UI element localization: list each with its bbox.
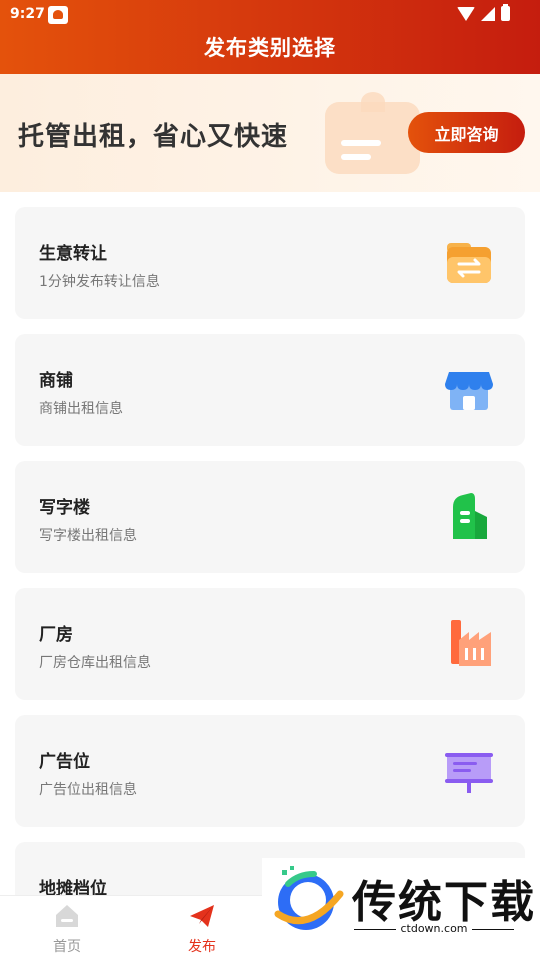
category-name: 厂房	[39, 625, 73, 645]
chat-bubble-icon	[325, 92, 420, 182]
consult-banner[interactable]: 托管出租，省心又快速 立即咨询	[0, 74, 540, 192]
watermark: 传统下载 ctdown.com	[262, 858, 540, 938]
category-card-factory[interactable]: 厂房 厂房仓库出租信息	[15, 588, 525, 700]
category-name: 生意转让	[39, 244, 107, 264]
watermark-text: 传统下载	[352, 877, 536, 928]
factory-icon	[451, 620, 491, 666]
battery-icon	[501, 4, 510, 21]
category-card-billboard[interactable]: 广告位 广告位出租信息	[15, 715, 525, 827]
status-time: 9:27	[10, 6, 45, 22]
category-name: 商铺	[39, 371, 73, 391]
category-desc: 厂房仓库出租信息	[39, 655, 151, 671]
transfer-folder-icon	[447, 243, 491, 283]
notification-app-icon	[48, 6, 68, 24]
status-bar: 9:27	[0, 0, 540, 30]
watermark-logo	[274, 866, 344, 930]
tab-home[interactable]: 首页	[17, 896, 117, 960]
consult-button[interactable]: 立即咨询	[408, 112, 525, 153]
tab-publish-label: 发布	[188, 939, 216, 955]
category-desc: 商铺出租信息	[39, 401, 123, 417]
tab-publish[interactable]: 发布	[152, 896, 252, 960]
category-desc: 写字楼出租信息	[39, 528, 137, 544]
page-title: 发布类别选择	[204, 36, 336, 60]
category-card-business-transfer[interactable]: 生意转让 1分钟发布转让信息	[15, 207, 525, 319]
watermark-url: ctdown.com	[354, 922, 514, 935]
category-card-shop[interactable]: 商铺 商铺出租信息	[15, 334, 525, 446]
category-name: 广告位	[39, 752, 90, 772]
paper-plane-icon	[190, 905, 214, 927]
wifi-icon	[457, 6, 475, 21]
office-building-icon	[453, 493, 487, 539]
billboard-icon	[445, 753, 493, 793]
category-desc: 广告位出租信息	[39, 782, 137, 798]
category-list: 生意转让 1分钟发布转让信息 商铺 商铺出租信息 写字楼 写字楼出租信息 厂房	[15, 207, 525, 960]
home-icon	[56, 905, 78, 927]
category-desc: 1分钟发布转让信息	[39, 274, 160, 290]
tab-home-label: 首页	[53, 939, 81, 955]
category-name: 写字楼	[39, 498, 90, 518]
banner-slogan: 托管出租，省心又快速	[18, 122, 289, 152]
storefront-icon	[445, 372, 493, 410]
cell-signal-icon	[481, 6, 495, 21]
category-card-office[interactable]: 写字楼 写字楼出租信息	[15, 461, 525, 573]
top-bar: 9:27 发布类别选择	[0, 0, 540, 74]
system-icons	[457, 4, 510, 21]
